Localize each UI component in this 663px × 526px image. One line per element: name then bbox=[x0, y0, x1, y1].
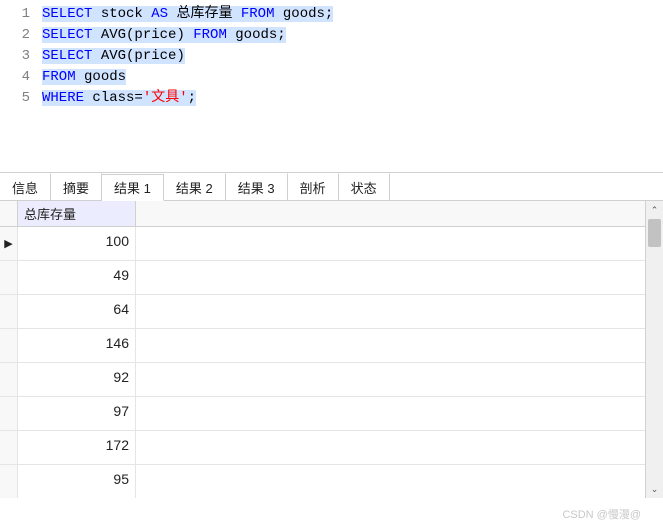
table-row[interactable]: 172 bbox=[0, 431, 645, 465]
code-token bbox=[227, 27, 235, 43]
code-token: WHERE bbox=[42, 90, 84, 106]
code-token: FROM bbox=[241, 6, 275, 22]
code-token: goods bbox=[84, 69, 126, 85]
row-indicator bbox=[0, 397, 18, 430]
code-token bbox=[92, 27, 100, 43]
code-token: class= bbox=[92, 90, 142, 106]
code-content[interactable]: SELECT AVG(price) bbox=[42, 46, 663, 67]
table-row[interactable]: 95 bbox=[0, 465, 645, 498]
cell-value[interactable]: 100 bbox=[18, 227, 136, 260]
row-indicator bbox=[0, 431, 18, 464]
code-line[interactable]: 2SELECT AVG(price) FROM goods; bbox=[0, 25, 663, 46]
code-token: goods; bbox=[283, 6, 333, 22]
row-indicator bbox=[0, 261, 18, 294]
code-token: FROM bbox=[193, 27, 227, 43]
table-row[interactable]: 64 bbox=[0, 295, 645, 329]
scroll-down-button[interactable]: ⌄ bbox=[646, 480, 663, 498]
cell-value[interactable]: 92 bbox=[18, 363, 136, 396]
line-number: 3 bbox=[0, 46, 42, 67]
table-row[interactable]: 146 bbox=[0, 329, 645, 363]
line-number: 4 bbox=[0, 67, 42, 88]
code-token: ; bbox=[188, 90, 196, 106]
code-token bbox=[92, 48, 100, 64]
column-header[interactable]: 总库存量 bbox=[18, 201, 136, 226]
row-indicator bbox=[0, 295, 18, 328]
line-number: 1 bbox=[0, 4, 42, 25]
code-token: AS bbox=[151, 6, 168, 22]
table-row[interactable]: 92 bbox=[0, 363, 645, 397]
table-row[interactable]: ▶100 bbox=[0, 227, 645, 261]
grid-header-row: 总库存量 bbox=[0, 201, 645, 227]
sql-editor[interactable]: 1SELECT stock AS 总库存量 FROM goods;2SELECT… bbox=[0, 0, 663, 172]
result-tabs: 信息摘要结果 1结果 2结果 3剖析状态 bbox=[0, 172, 663, 200]
code-line[interactable]: 3SELECT AVG(price) bbox=[0, 46, 663, 67]
code-token bbox=[274, 6, 282, 22]
code-token: FROM bbox=[42, 69, 76, 85]
code-token: 总库存量 bbox=[176, 6, 232, 22]
code-token: stock bbox=[101, 6, 143, 22]
scroll-thumb[interactable] bbox=[648, 219, 661, 247]
code-line[interactable]: 4FROM goods bbox=[0, 67, 663, 88]
tab-结果 1[interactable]: 结果 1 bbox=[102, 174, 164, 201]
results-grid[interactable]: 总库存量 ▶1004964146929717295 bbox=[0, 201, 645, 498]
cell-value[interactable]: 64 bbox=[18, 295, 136, 328]
tab-结果 3[interactable]: 结果 3 bbox=[226, 173, 288, 200]
tab-摘要[interactable]: 摘要 bbox=[51, 173, 102, 200]
code-token bbox=[76, 69, 84, 85]
row-indicator: ▶ bbox=[0, 227, 18, 260]
cell-value[interactable]: 97 bbox=[18, 397, 136, 430]
cell-value[interactable]: 172 bbox=[18, 431, 136, 464]
row-indicator bbox=[0, 329, 18, 362]
cell-value[interactable]: 146 bbox=[18, 329, 136, 362]
code-token: goods; bbox=[235, 27, 285, 43]
code-line[interactable]: 5WHERE class='文具'; bbox=[0, 88, 663, 109]
tab-信息[interactable]: 信息 bbox=[0, 173, 51, 200]
tab-剖析[interactable]: 剖析 bbox=[288, 173, 339, 200]
code-content[interactable]: WHERE class='文具'; bbox=[42, 88, 663, 109]
code-token bbox=[92, 6, 100, 22]
row-indicator-header bbox=[0, 201, 18, 226]
code-content[interactable]: FROM goods bbox=[42, 67, 663, 88]
cell-value[interactable]: 49 bbox=[18, 261, 136, 294]
line-number: 5 bbox=[0, 88, 42, 109]
line-number: 2 bbox=[0, 25, 42, 46]
code-content[interactable]: SELECT AVG(price) FROM goods; bbox=[42, 25, 663, 46]
table-row[interactable]: 97 bbox=[0, 397, 645, 431]
code-token bbox=[232, 6, 240, 22]
code-line[interactable]: 1SELECT stock AS 总库存量 FROM goods; bbox=[0, 4, 663, 25]
tab-结果 2[interactable]: 结果 2 bbox=[164, 173, 226, 200]
code-token: '文具' bbox=[143, 90, 188, 106]
scroll-up-button[interactable]: ⌃ bbox=[646, 201, 663, 219]
row-indicator bbox=[0, 465, 18, 498]
code-token bbox=[185, 27, 193, 43]
cell-value[interactable]: 95 bbox=[18, 465, 136, 498]
watermark-text: CSDN @慢漫@ bbox=[562, 506, 641, 522]
code-token: SELECT bbox=[42, 48, 92, 64]
code-token: SELECT bbox=[42, 6, 92, 22]
code-token: SELECT bbox=[42, 27, 92, 43]
row-indicator bbox=[0, 363, 18, 396]
code-token: AVG(price) bbox=[101, 27, 185, 43]
code-content[interactable]: SELECT stock AS 总库存量 FROM goods; bbox=[42, 4, 663, 25]
scroll-track[interactable] bbox=[646, 219, 663, 480]
results-panel: 总库存量 ▶1004964146929717295 ⌃ ⌄ bbox=[0, 200, 663, 498]
table-row[interactable]: 49 bbox=[0, 261, 645, 295]
vertical-scrollbar[interactable]: ⌃ ⌄ bbox=[645, 201, 663, 498]
code-token: AVG(price) bbox=[101, 48, 185, 64]
code-token bbox=[143, 6, 151, 22]
tab-状态[interactable]: 状态 bbox=[339, 173, 390, 200]
